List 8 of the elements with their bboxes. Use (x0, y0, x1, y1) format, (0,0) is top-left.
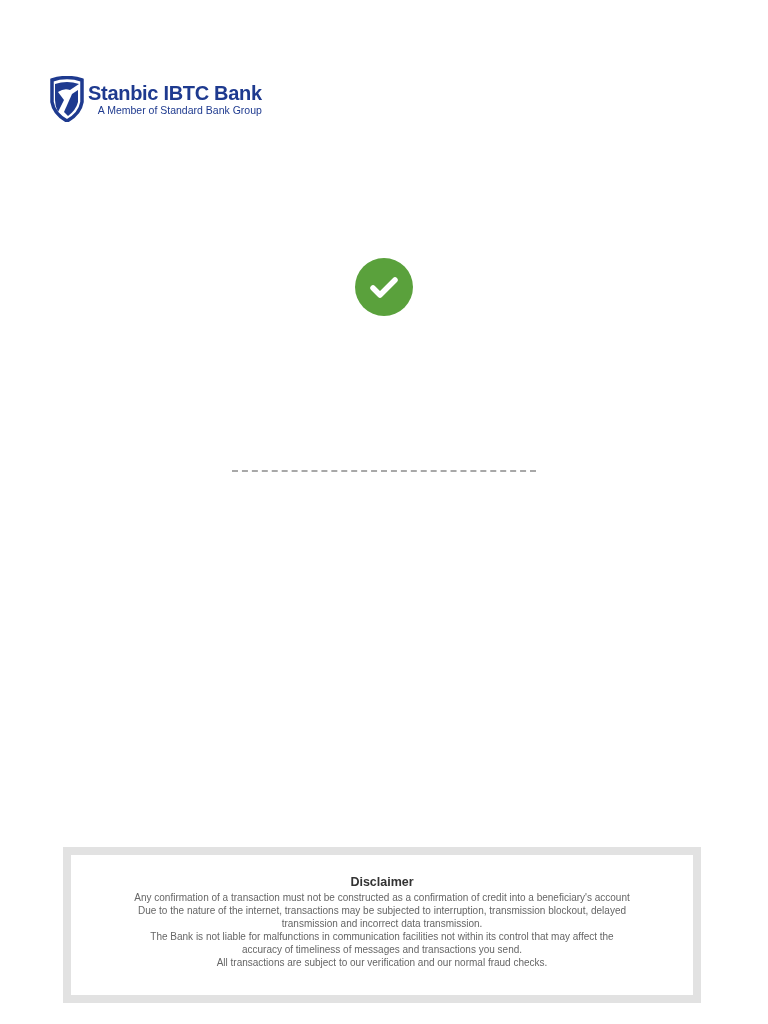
bank-tagline: A Member of Standard Bank Group (97, 103, 262, 117)
disclaimer-text: Due to the nature of the internet, transactions may be subjected to interruption, transmission blockout, delayed transmission and incorrect data transmission. (136, 904, 628, 930)
shield-logo-icon (50, 76, 84, 122)
disclaimer-text: All transactions are subject to our verification and our normal fraud checks. (215, 956, 549, 969)
bank-name: Stanbic IBTC Bank (88, 81, 262, 104)
disclaimer-title: Disclaimer (349, 875, 415, 889)
disclaimer-text: The Bank is not liable for malfunctions in communication facilities not within its control that may affect the accuracy of timeliness of messages and transactions you send. (149, 930, 615, 956)
disclaimer-text: Any confirmation of a transaction must not be constructed as a confirmation of credit into a beneficiary's account (133, 891, 631, 904)
